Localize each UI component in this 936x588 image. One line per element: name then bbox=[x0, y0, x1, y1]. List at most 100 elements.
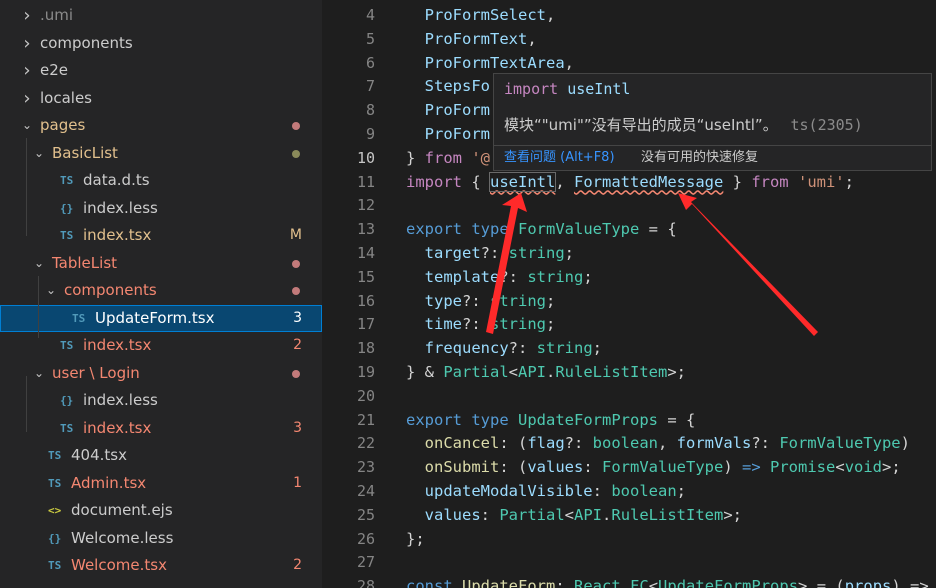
ts-file-icon: TS bbox=[60, 339, 74, 352]
explorer-item[interactable]: TS UpdateForm.tsx 3 bbox=[0, 304, 322, 332]
code-token: ; bbox=[583, 267, 593, 286]
code-line[interactable]: } & Partial<API.RuleListItem>; bbox=[406, 360, 686, 384]
explorer-item-label: data.d.ts bbox=[83, 171, 150, 189]
code-line[interactable]: export type FormValueType = { bbox=[406, 217, 677, 241]
line-number: 15 bbox=[356, 267, 375, 286]
code-token: string bbox=[527, 267, 584, 286]
explorer-item[interactable]: › locales bbox=[0, 85, 322, 112]
explorer-item[interactable]: <> document.ejs bbox=[0, 497, 322, 524]
explorer-item-label: index.less bbox=[83, 198, 158, 217]
explorer-item-label: components bbox=[64, 281, 157, 299]
modified-dot bbox=[292, 369, 300, 378]
explorer-item[interactable]: {} Welcome.less bbox=[0, 525, 322, 552]
explorer-item[interactable]: ⌄ BasicList bbox=[0, 140, 322, 167]
view-problem-link[interactable]: 查看问题 (Alt+F8) bbox=[504, 147, 615, 169]
hover-error-code: ts(2305) bbox=[790, 116, 863, 134]
line-number: 27 bbox=[356, 553, 375, 572]
line-number: 24 bbox=[356, 482, 375, 500]
code-token: . bbox=[546, 363, 556, 381]
chevron-down-icon[interactable]: ⌄ bbox=[32, 140, 46, 167]
explorer-item[interactable]: › e2e bbox=[0, 57, 322, 84]
explorer-item[interactable]: ⌄ pages bbox=[0, 112, 322, 139]
explorer-item[interactable]: TS index.tsx 2 bbox=[0, 332, 322, 359]
code-token: RuleListItem bbox=[555, 363, 668, 381]
code-line[interactable]: updateModalVisible: boolean; bbox=[406, 479, 686, 503]
explorer-item[interactable]: TS Admin.tsx 1 bbox=[0, 470, 322, 497]
hover-widget: import useIntl 模块“"umi"”没有导出的成员“useIntl”… bbox=[493, 73, 932, 171]
chevron-right-icon[interactable]: › bbox=[20, 2, 34, 29]
explorer-item[interactable]: › .umi bbox=[0, 2, 322, 29]
code-line[interactable]: ProFormText, bbox=[406, 27, 537, 51]
code-token: , bbox=[546, 6, 556, 24]
code-token: : bbox=[592, 482, 612, 500]
chevron-down-icon[interactable]: ⌄ bbox=[32, 250, 46, 277]
code-token: , bbox=[527, 29, 537, 48]
code-line[interactable]: }; bbox=[406, 527, 425, 551]
code-line[interactable]: frequency?: string; bbox=[406, 336, 602, 360]
code-line[interactable]: onCancel: (flag?: boolean, formVals?: Fo… bbox=[406, 431, 910, 455]
code-token: UpdateFormProps bbox=[658, 577, 799, 588]
explorer-item[interactable]: › components bbox=[0, 30, 322, 57]
explorer-item[interactable]: TS data.d.ts bbox=[0, 167, 322, 194]
code-token: string bbox=[490, 291, 546, 310]
explorer-item[interactable]: TS Welcome.tsx 2 bbox=[0, 552, 322, 579]
ejs-file-icon: <> bbox=[48, 504, 62, 517]
code-token: type bbox=[471, 220, 509, 239]
explorer-item[interactable]: TS index.tsx M bbox=[0, 222, 322, 249]
code-token: ProFormSelect bbox=[424, 6, 546, 24]
code-line[interactable]: onSubmit: (values: FormValueType) => Pro… bbox=[406, 455, 901, 479]
ts-file-icon: TS bbox=[48, 559, 62, 572]
chevron-right-icon[interactable]: › bbox=[20, 57, 34, 84]
line-number: 20 bbox=[356, 386, 375, 405]
code-line[interactable]: template?: string; bbox=[406, 265, 593, 289]
code-token: Partial bbox=[443, 363, 509, 381]
code-token: : bbox=[555, 577, 575, 588]
code-token: type bbox=[424, 291, 462, 310]
explorer-item[interactable]: ⌄ TableList bbox=[0, 250, 322, 277]
line-number: 11 bbox=[356, 172, 375, 191]
code-token: frequency bbox=[424, 339, 509, 358]
modified-dot bbox=[292, 122, 300, 130]
code-token: ?: bbox=[751, 434, 780, 453]
code-token: >; bbox=[723, 505, 743, 524]
code-line[interactable]: type?: string; bbox=[406, 289, 556, 313]
code-line[interactable]: const UpdateForm: React.FC<UpdateFormPro… bbox=[406, 574, 929, 588]
code-token: } bbox=[406, 148, 425, 167]
code-line[interactable]: values: Partial<API.RuleListItem>; bbox=[406, 503, 742, 527]
chevron-right-icon[interactable]: › bbox=[20, 30, 34, 57]
chevron-right-icon[interactable]: › bbox=[20, 85, 34, 112]
modified-dot bbox=[292, 287, 300, 295]
explorer-item-label: e2e bbox=[40, 61, 69, 79]
code-line[interactable]: import { useIntl, FormattedMessage } fro… bbox=[406, 170, 854, 194]
code-token: ?: bbox=[462, 315, 490, 334]
code-token: < bbox=[648, 577, 659, 588]
code-line[interactable]: ProFormTextArea, bbox=[406, 51, 574, 75]
code-line[interactable]: ProFormSelect, bbox=[406, 3, 556, 27]
explorer-item[interactable]: TS 404.tsx bbox=[0, 442, 322, 469]
chevron-down-icon[interactable]: ⌄ bbox=[44, 277, 58, 304]
error-token: useIntl bbox=[488, 171, 557, 192]
code-line[interactable]: export type UpdateFormProps = { bbox=[406, 408, 695, 432]
code-line[interactable]: time?: string; bbox=[406, 312, 556, 336]
hover-signature: import useIntl bbox=[504, 80, 630, 98]
explorer-item[interactable]: {} index.less bbox=[0, 387, 322, 414]
chevron-down-icon[interactable]: ⌄ bbox=[20, 112, 34, 139]
explorer-item[interactable]: {} index.less bbox=[0, 195, 322, 222]
chevron-down-icon[interactable]: ⌄ bbox=[32, 360, 46, 387]
code-line[interactable]: target?: string; bbox=[406, 241, 574, 265]
explorer-item[interactable]: TS index.tsx 3 bbox=[0, 415, 322, 442]
explorer-item[interactable]: ⌄ user \ Login bbox=[0, 360, 322, 387]
explorer-item[interactable]: ⌄ components bbox=[0, 277, 322, 304]
code-token: >; bbox=[882, 458, 901, 477]
code-line[interactable]: ProForm bbox=[406, 122, 490, 146]
code-line[interactable]: StepsFo bbox=[406, 74, 490, 98]
code-line[interactable]: ProForm bbox=[406, 98, 490, 122]
line-number: 13 bbox=[356, 220, 375, 239]
code-line[interactable]: } from '@ bbox=[406, 146, 490, 170]
code-token: template bbox=[424, 267, 500, 286]
